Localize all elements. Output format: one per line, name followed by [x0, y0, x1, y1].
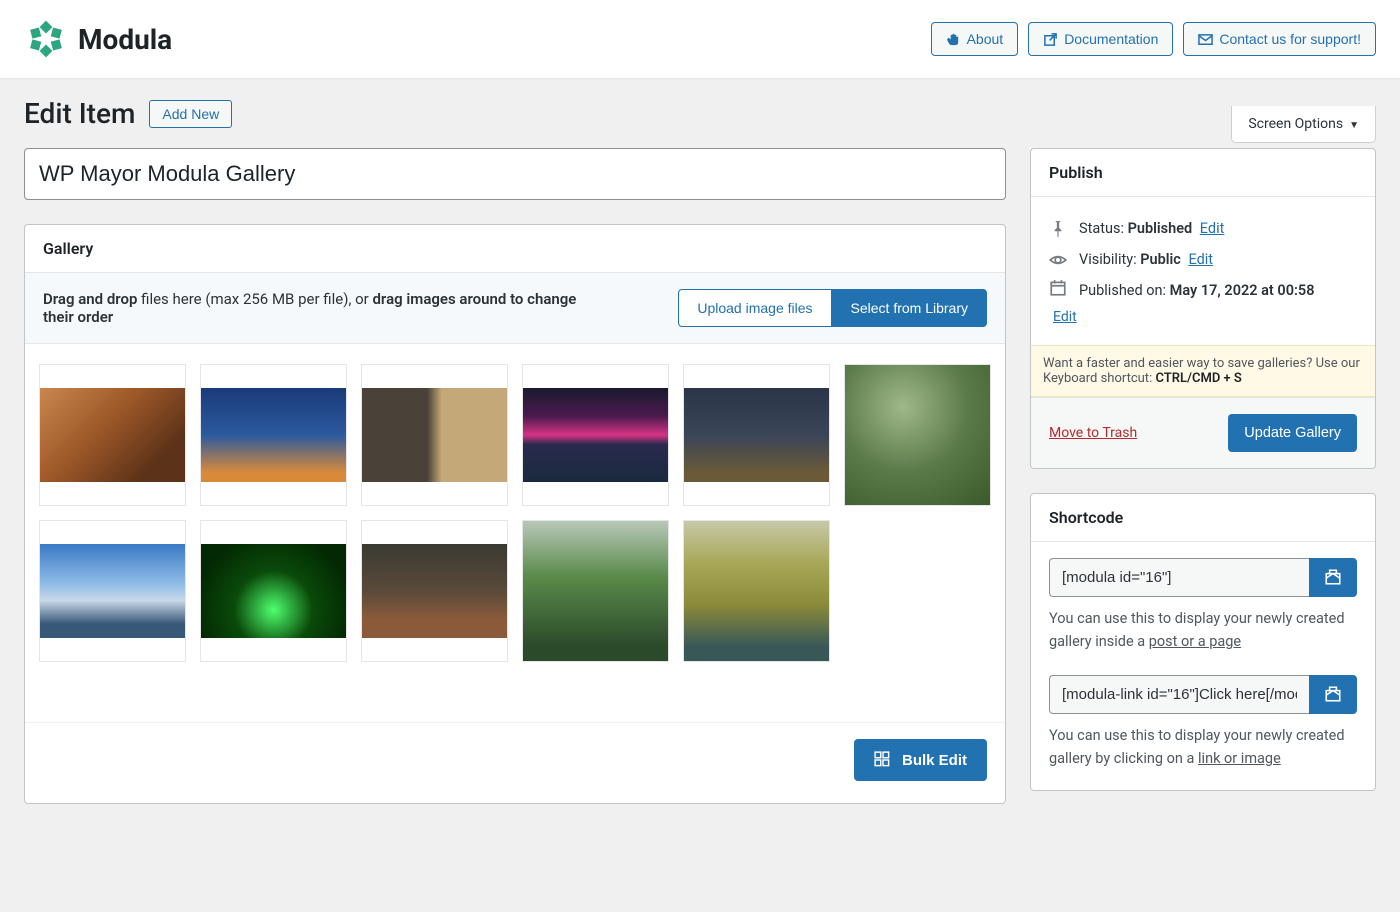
copy-shortcode-1-button[interactable]: [1309, 558, 1357, 597]
thumb-image: [40, 544, 185, 638]
gallery-thumb[interactable]: [522, 520, 669, 662]
page-title: Edit Item: [24, 97, 135, 130]
upload-button-group: Upload image files Select from Library: [678, 289, 987, 327]
published-row: Published on: May 17, 2022 at 00:58: [1049, 275, 1357, 306]
visibility-row: Visibility: Public Edit: [1049, 244, 1357, 275]
gallery-thumb[interactable]: [200, 364, 347, 506]
publish-panel: Publish Status: Published Edit Visibilit…: [1030, 148, 1376, 469]
gallery-thumb[interactable]: [39, 520, 186, 662]
thumb-image: [201, 388, 346, 482]
gallery-panel-title: Gallery: [25, 225, 1005, 273]
thumb-image: [201, 544, 346, 638]
chevron-down-icon: ▼: [1349, 120, 1359, 131]
gallery-footer: Bulk Edit: [25, 722, 1005, 803]
thumb-image: [523, 388, 668, 482]
gallery-thumb[interactable]: [683, 364, 830, 506]
hand-icon: [946, 32, 961, 47]
copy-icon: [1324, 685, 1342, 703]
eye-icon: [1049, 251, 1067, 269]
move-to-trash-link[interactable]: Move to Trash: [1049, 425, 1137, 441]
keyboard-hint: Want a faster and easier way to save gal…: [1031, 345, 1375, 397]
shortcode-input-1[interactable]: [1049, 558, 1309, 597]
update-gallery-button[interactable]: Update Gallery: [1228, 414, 1357, 452]
status-row: Status: Published Edit: [1049, 213, 1357, 244]
brand-name: Modula: [78, 23, 172, 56]
thumb-image: [362, 388, 507, 482]
shortcode-input-2[interactable]: [1049, 675, 1309, 714]
support-button[interactable]: Contact us for support!: [1183, 22, 1376, 56]
edit-published-link[interactable]: Edit: [1053, 309, 1077, 325]
edit-status-link[interactable]: Edit: [1200, 220, 1225, 237]
about-button[interactable]: About: [931, 22, 1019, 56]
gallery-thumb[interactable]: [522, 364, 669, 506]
shortcode-panel-title: Shortcode: [1031, 494, 1375, 542]
upload-bar: Drag and drop files here (max 256 MB per…: [25, 273, 1005, 344]
gallery-thumb[interactable]: [200, 520, 347, 662]
copy-shortcode-2-button[interactable]: [1309, 675, 1357, 714]
grid-icon: [874, 751, 892, 769]
upload-instructions: Drag and drop files here (max 256 MB per…: [43, 290, 603, 326]
shortcode-desc-1: You can use this to display your newly c…: [1049, 607, 1357, 653]
edit-visibility-link[interactable]: Edit: [1188, 251, 1213, 268]
thumb-image: [40, 388, 185, 482]
bulk-edit-button[interactable]: Bulk Edit: [854, 739, 987, 781]
thumb-image: [523, 521, 668, 661]
gallery-panel: Gallery Drag and drop files here (max 25…: [24, 224, 1006, 804]
copy-icon: [1324, 568, 1342, 586]
select-from-library-button[interactable]: Select from Library: [832, 289, 987, 327]
external-link-icon: [1043, 32, 1058, 47]
publish-panel-title: Publish: [1031, 149, 1375, 197]
thumb-image: [684, 388, 829, 482]
thumb-image: [845, 365, 990, 505]
upload-image-files-button[interactable]: Upload image files: [678, 289, 831, 327]
title-input[interactable]: [24, 148, 1006, 200]
envelope-icon: [1198, 32, 1213, 47]
top-header: Modula About Documentation Contact us fo…: [0, 0, 1400, 79]
gallery-thumb[interactable]: [361, 364, 508, 506]
gallery-grid: [25, 344, 1005, 722]
pin-icon: [1049, 220, 1067, 238]
add-new-button[interactable]: Add New: [149, 100, 232, 128]
post-or-page-link[interactable]: post or a page: [1149, 633, 1241, 650]
documentation-button[interactable]: Documentation: [1028, 22, 1173, 56]
gallery-thumb[interactable]: [844, 364, 991, 506]
page-heading-row: Edit Item Add New: [24, 97, 1376, 130]
calendar-icon: [1049, 279, 1067, 297]
header-buttons: About Documentation Contact us for suppo…: [931, 22, 1376, 56]
gallery-thumb[interactable]: [683, 520, 830, 662]
thumb-image: [684, 521, 829, 661]
gallery-thumb[interactable]: [361, 520, 508, 662]
screen-options-toggle[interactable]: Screen Options▼: [1231, 106, 1376, 143]
shortcode-panel: Shortcode You can use this to display yo…: [1030, 493, 1376, 792]
brand-logo-icon: [24, 16, 68, 62]
gallery-thumb[interactable]: [39, 364, 186, 506]
link-or-image-link[interactable]: link or image: [1198, 750, 1281, 767]
thumb-image: [362, 544, 507, 638]
shortcode-desc-2: You can use this to display your newly c…: [1049, 724, 1357, 770]
brand: Modula: [24, 16, 172, 62]
